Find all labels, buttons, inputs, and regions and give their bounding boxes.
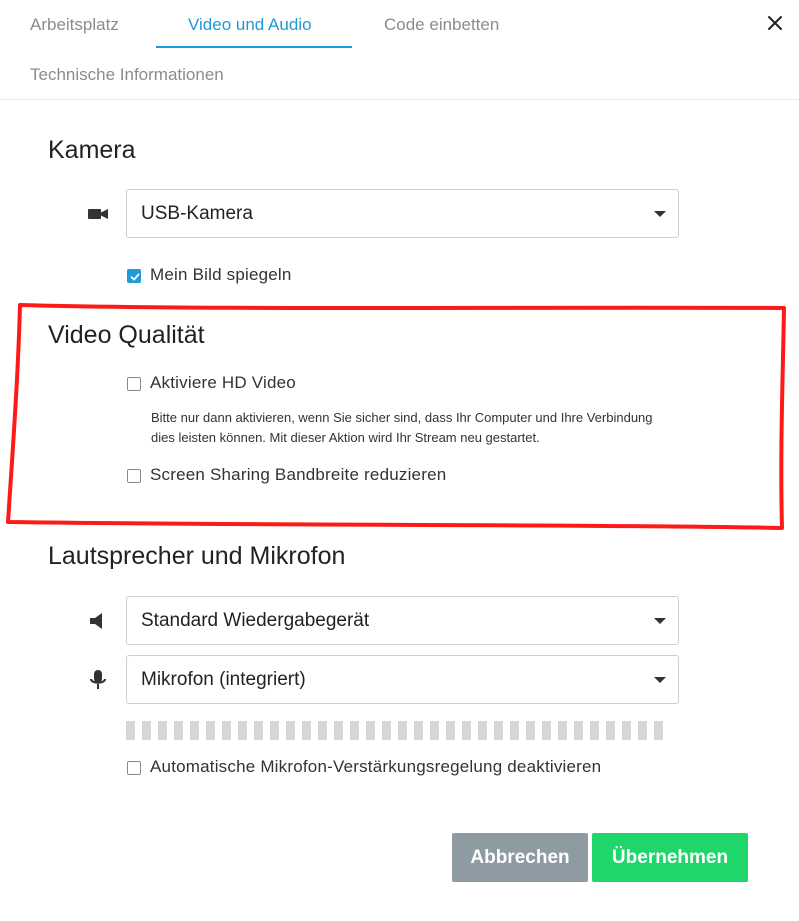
close-icon[interactable]: [762, 10, 788, 36]
meter-segment: [366, 721, 375, 740]
mirror-checkbox[interactable]: [127, 269, 141, 283]
video-quality-heading: Video Qualität: [48, 321, 205, 349]
meter-segment: [510, 721, 519, 740]
speaker-icon: [86, 609, 110, 633]
meter-segment: [382, 721, 391, 740]
meter-segment: [398, 721, 407, 740]
meter-segment: [302, 721, 311, 740]
meter-segment: [590, 721, 599, 740]
tab-video-und-audio[interactable]: Video und Audio: [188, 15, 312, 35]
chevron-down-icon: [654, 677, 666, 683]
meter-segment: [446, 721, 455, 740]
agc-label: Automatische Mikrofon-Verstärkungsregelu…: [150, 757, 602, 776]
meter-segment: [142, 721, 151, 740]
meter-segment: [622, 721, 631, 740]
microphone-level-meter: [126, 721, 676, 740]
agc-checkbox[interactable]: [127, 761, 141, 775]
meter-segment: [158, 721, 167, 740]
meter-segment: [414, 721, 423, 740]
meter-segment: [206, 721, 215, 740]
meter-segment: [254, 721, 263, 740]
meter-segment: [222, 721, 231, 740]
meter-segment: [270, 721, 279, 740]
screen-sharing-checkbox[interactable]: [127, 469, 141, 483]
speaker-select-value: Standard Wiedergabegerät: [141, 610, 370, 631]
video-camera-icon: [86, 202, 110, 226]
meter-segment: [526, 721, 535, 740]
camera-select[interactable]: USB-Kamera: [126, 189, 679, 238]
meter-segment: [462, 721, 471, 740]
meter-segment: [174, 721, 183, 740]
camera-heading: Kamera: [48, 136, 136, 164]
meter-segment: [350, 721, 359, 740]
microphone-select-value: Mikrofon (integriert): [141, 669, 306, 690]
meter-segment: [318, 721, 327, 740]
meter-segment: [478, 721, 487, 740]
meter-segment: [286, 721, 295, 740]
meter-segment: [334, 721, 343, 740]
meter-segment: [542, 721, 551, 740]
mirror-label: Mein Bild spiegeln: [150, 265, 292, 284]
tab-technische-informationen[interactable]: Technische Informationen: [30, 65, 224, 85]
meter-segment: [494, 721, 503, 740]
chevron-down-icon: [654, 618, 666, 624]
tab-arbeitsplatz[interactable]: Arbeitsplatz: [30, 15, 119, 35]
chevron-down-icon: [654, 211, 666, 217]
meter-segment: [190, 721, 199, 740]
cancel-button[interactable]: Abbrechen: [452, 833, 588, 882]
apply-button[interactable]: Übernehmen: [592, 833, 748, 882]
hd-video-checkbox[interactable]: [127, 377, 141, 391]
active-tab-indicator: [156, 46, 352, 48]
meter-segment: [574, 721, 583, 740]
meter-segment: [654, 721, 663, 740]
speaker-select[interactable]: Standard Wiedergabegerät: [126, 596, 679, 645]
meter-segment: [638, 721, 647, 740]
meter-segment: [430, 721, 439, 740]
meter-segment: [238, 721, 247, 740]
hd-video-hint: Bitte nur dann aktivieren, wenn Sie sich…: [151, 410, 653, 445]
camera-select-value: USB-Kamera: [141, 203, 253, 224]
meter-segment: [558, 721, 567, 740]
microphone-select[interactable]: Mikrofon (integriert): [126, 655, 679, 704]
meter-segment: [126, 721, 135, 740]
tab-code-einbetten[interactable]: Code einbetten: [384, 15, 499, 35]
audio-heading: Lautsprecher und Mikrofon: [48, 542, 346, 570]
microphone-icon: [86, 668, 110, 692]
tab-bar: Arbeitsplatz Video und Audio Code einbet…: [0, 0, 799, 100]
hd-video-label: Aktiviere HD Video: [150, 373, 296, 392]
meter-segment: [606, 721, 615, 740]
screen-sharing-label: Screen Sharing Bandbreite reduzieren: [150, 465, 447, 484]
